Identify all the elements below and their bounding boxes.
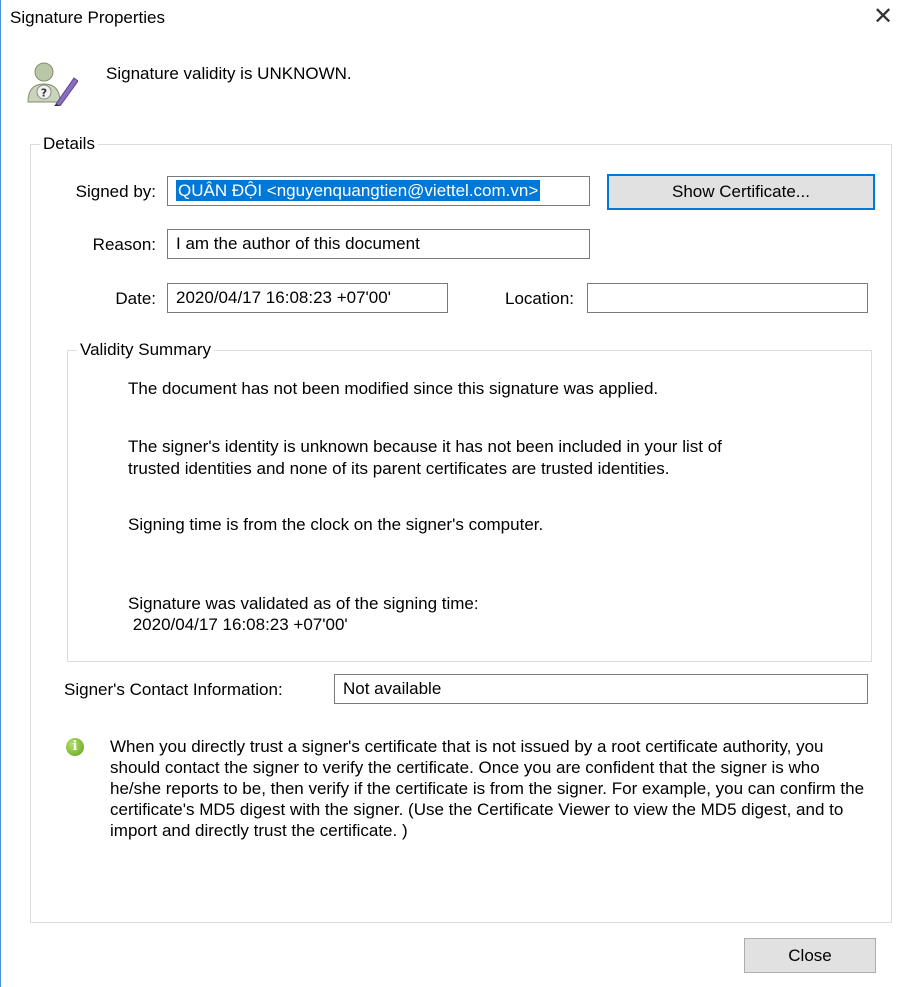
contact-info-label: Signer's Contact Information: <box>64 680 283 699</box>
date-field[interactable]: 2020/04/17 16:08:23 +07'00' <box>167 283 448 313</box>
contact-info-field[interactable]: Not available <box>334 674 868 704</box>
validity-not-modified-text: The document has not been modified since… <box>128 379 659 398</box>
details-legend: Details <box>40 134 98 154</box>
info-icon: i <box>66 738 84 756</box>
validity-signing-time-text: Signing time is from the clock on the si… <box>128 515 544 534</box>
signed-by-value: QUÂN ĐỘI <nguyenquangtien@viettel.com.vn… <box>176 180 541 201</box>
signed-by-label: Signed by: <box>75 182 156 201</box>
date-label: Date: <box>115 289 156 308</box>
validity-validated-as-of-text: Signature was validated as of the signin… <box>128 594 479 613</box>
location-field[interactable] <box>587 283 868 313</box>
window-border <box>0 0 1 987</box>
trust-info-text: When you directly trust a signer's certi… <box>110 737 865 840</box>
svg-text:?: ? <box>41 87 47 100</box>
reason-label: Reason: <box>92 235 156 254</box>
validity-summary-legend: Validity Summary <box>77 340 214 360</box>
reason-field[interactable]: I am the author of this document <box>167 229 590 259</box>
validity-validated-time-text: 2020/04/17 16:08:23 +07'00' <box>128 615 348 634</box>
show-certificate-button[interactable]: Show Certificate... <box>607 174 875 210</box>
signature-status-text: Signature validity is UNKNOWN. <box>106 64 352 83</box>
signature-unknown-icon: ? <box>27 62 78 106</box>
signed-by-field[interactable]: QUÂN ĐỘI <nguyenquangtien@viettel.com.vn… <box>167 176 590 206</box>
location-label: Location: <box>505 289 574 308</box>
validity-identity-text-1: The signer's identity is unknown because… <box>128 437 722 456</box>
close-icon[interactable]: ✕ <box>868 2 898 32</box>
validity-identity-text-2: trusted identities and none of its paren… <box>128 459 670 478</box>
close-button[interactable]: Close <box>744 938 876 973</box>
window-title: Signature Properties <box>10 8 165 27</box>
